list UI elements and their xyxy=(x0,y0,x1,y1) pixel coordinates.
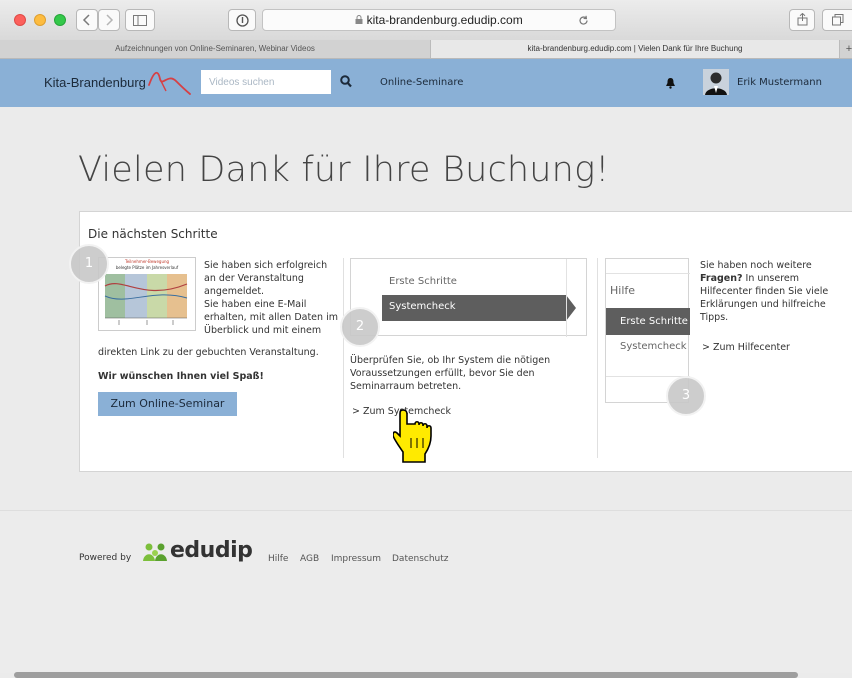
tab-label: Aufzeichnungen von Online-Seminaren, Web… xyxy=(115,44,315,53)
share-icon xyxy=(797,12,807,26)
step3-bold-fragen: Fragen? xyxy=(700,273,743,284)
step1-wish: Wir wünschen Ihnen viel Spaß! xyxy=(98,371,264,382)
forward-button[interactable] xyxy=(98,9,120,31)
search-icon[interactable] xyxy=(340,75,352,88)
help-menu-title: Hilfe xyxy=(610,284,636,297)
reload-icon[interactable] xyxy=(578,15,589,26)
footer-link-datenschutz[interactable]: Datenschutz xyxy=(392,554,449,564)
step1-line: an der Veranstaltung xyxy=(204,273,304,284)
powered-by-label: Powered by xyxy=(79,553,132,563)
help-menu-item-erste-schritte: Erste Schritte xyxy=(620,316,688,327)
step1-line: Überblick und mit einem xyxy=(204,325,322,336)
bird-logo-icon xyxy=(148,71,191,95)
nav-link-online-seminare[interactable]: Online-Seminare xyxy=(380,77,463,88)
minimize-window-button[interactable] xyxy=(34,14,46,26)
help-menu-item-systemcheck: Systemcheck xyxy=(620,341,687,352)
address-bar[interactable]: kita-brandenburg.edudip.com xyxy=(262,9,616,31)
footer-link-hilfe[interactable]: Hilfe xyxy=(268,554,288,564)
step1-line: angemeldet. xyxy=(204,286,265,297)
step3-line: Sie haben noch weitere xyxy=(700,260,812,271)
step1-line: Sie haben eine E-Mail xyxy=(204,299,307,310)
step1-chart-thumbnail: Teilnehmer-Bewegung belegte Plätze im Ja… xyxy=(98,257,196,331)
brand-name[interactable]: Kita-Brandenburg xyxy=(44,75,146,90)
page-title: Vielen Dank für Ihre Buchung! xyxy=(78,150,610,190)
tab-booking-confirmation[interactable]: kita-brandenburg.edudip.com | Vielen Dan… xyxy=(430,40,840,58)
step2-line: Überprüfen Sie, ob Ihr System die nötige… xyxy=(350,355,551,366)
search-input[interactable] xyxy=(201,70,331,94)
step-number-badge: 2 xyxy=(340,307,380,347)
url-text: kita-brandenburg.edudip.com xyxy=(366,13,523,27)
avatar[interactable] xyxy=(703,69,729,95)
user-name[interactable]: Erik Mustermann xyxy=(737,77,822,88)
step3-line-rest: In unserem xyxy=(742,273,799,284)
card-title: Die nächsten Schritte xyxy=(88,227,218,241)
step3-line: Fragen? In unserem xyxy=(700,272,828,285)
sidebar-toggle-button[interactable] xyxy=(125,9,155,31)
step-number-badge: 1 xyxy=(69,244,109,284)
thumb-chart-title: Teilnehmer-Bewegung xyxy=(124,259,170,264)
new-tab-button[interactable]: + xyxy=(842,40,852,58)
step3-line: Erklärungen und hilfreiche xyxy=(700,299,826,310)
browser-tab-bar: Aufzeichnungen von Online-Seminaren, Web… xyxy=(0,40,852,59)
step3-description: Sie haben noch weitere Fragen? In unsere… xyxy=(700,259,828,324)
back-button[interactable] xyxy=(76,9,98,31)
browser-titlebar: kita-brandenburg.edudip.com xyxy=(0,0,852,41)
site-header: Kita-Brandenburg Online-Seminare Erik Mu… xyxy=(0,59,852,107)
footer-link-agb[interactable]: AGB xyxy=(300,554,319,564)
thumb-chart-graphic xyxy=(104,274,188,325)
footer-link-impressum[interactable]: Impressum xyxy=(331,554,381,564)
step1-description: Sie haben sich erfolgreich an der Verans… xyxy=(204,259,338,337)
step3-line: Hilfecenter finden Sie viele xyxy=(700,286,829,297)
step1-description-tail: direkten Link zu der gebuchten Veranstal… xyxy=(98,347,319,358)
step2-line: Voraussetzungen erfüllt, bevor Sie den xyxy=(350,368,535,379)
horizontal-scrollbar[interactable] xyxy=(14,672,798,678)
step1-line: erhalten, mit allen Daten im xyxy=(204,312,338,323)
edudip-logo-text[interactable]: edudip xyxy=(170,538,253,563)
tabs-icon xyxy=(831,14,843,26)
column-divider xyxy=(597,258,598,458)
thumb-chart-subtitle: belegte Plätze im Jahresverlauf xyxy=(115,265,179,270)
zum-hilfecenter-link[interactable]: > Zum Hilfecenter xyxy=(702,341,790,354)
column-divider xyxy=(343,258,344,458)
share-button[interactable] xyxy=(789,9,815,31)
user-avatar-icon xyxy=(705,72,727,95)
step1-line: Sie haben sich erfolgreich xyxy=(204,260,328,271)
step2-description: Überprüfen Sie, ob Ihr System die nötige… xyxy=(350,354,550,393)
tabs-overview-button[interactable] xyxy=(822,9,852,31)
close-window-button[interactable] xyxy=(14,14,26,26)
zoom-window-button[interactable] xyxy=(54,14,66,26)
lock-icon xyxy=(355,15,363,24)
step2-line: Seminarraum betreten. xyxy=(350,381,462,392)
hand-pointer-cursor-icon xyxy=(393,409,432,463)
sidebar-icon xyxy=(133,15,147,26)
zum-online-seminar-button[interactable]: Zum Online-Seminar xyxy=(98,392,237,416)
tab-label: kita-brandenburg.edudip.com | Vielen Dan… xyxy=(527,44,743,53)
step-number-badge: 3 xyxy=(666,376,706,416)
bell-icon[interactable] xyxy=(665,77,676,89)
step3-line: Tipps. xyxy=(700,312,729,323)
site-footer xyxy=(0,510,852,673)
privacy-button[interactable] xyxy=(228,9,256,31)
step2-menu-preview: Erste Schritte Systemcheck xyxy=(350,258,587,337)
chevron-right-icon xyxy=(106,14,114,26)
edudip-people-logo-icon xyxy=(143,543,167,561)
menu-item-systemcheck-active: Systemcheck xyxy=(389,301,456,312)
chevron-left-icon xyxy=(82,14,90,26)
tab-recordings[interactable]: Aufzeichnungen von Online-Seminaren, Web… xyxy=(0,40,430,58)
info-circle-icon xyxy=(235,14,249,27)
new-tab-label: + xyxy=(845,43,852,55)
menu-item-erste-schritte: Erste Schritte xyxy=(389,276,457,287)
